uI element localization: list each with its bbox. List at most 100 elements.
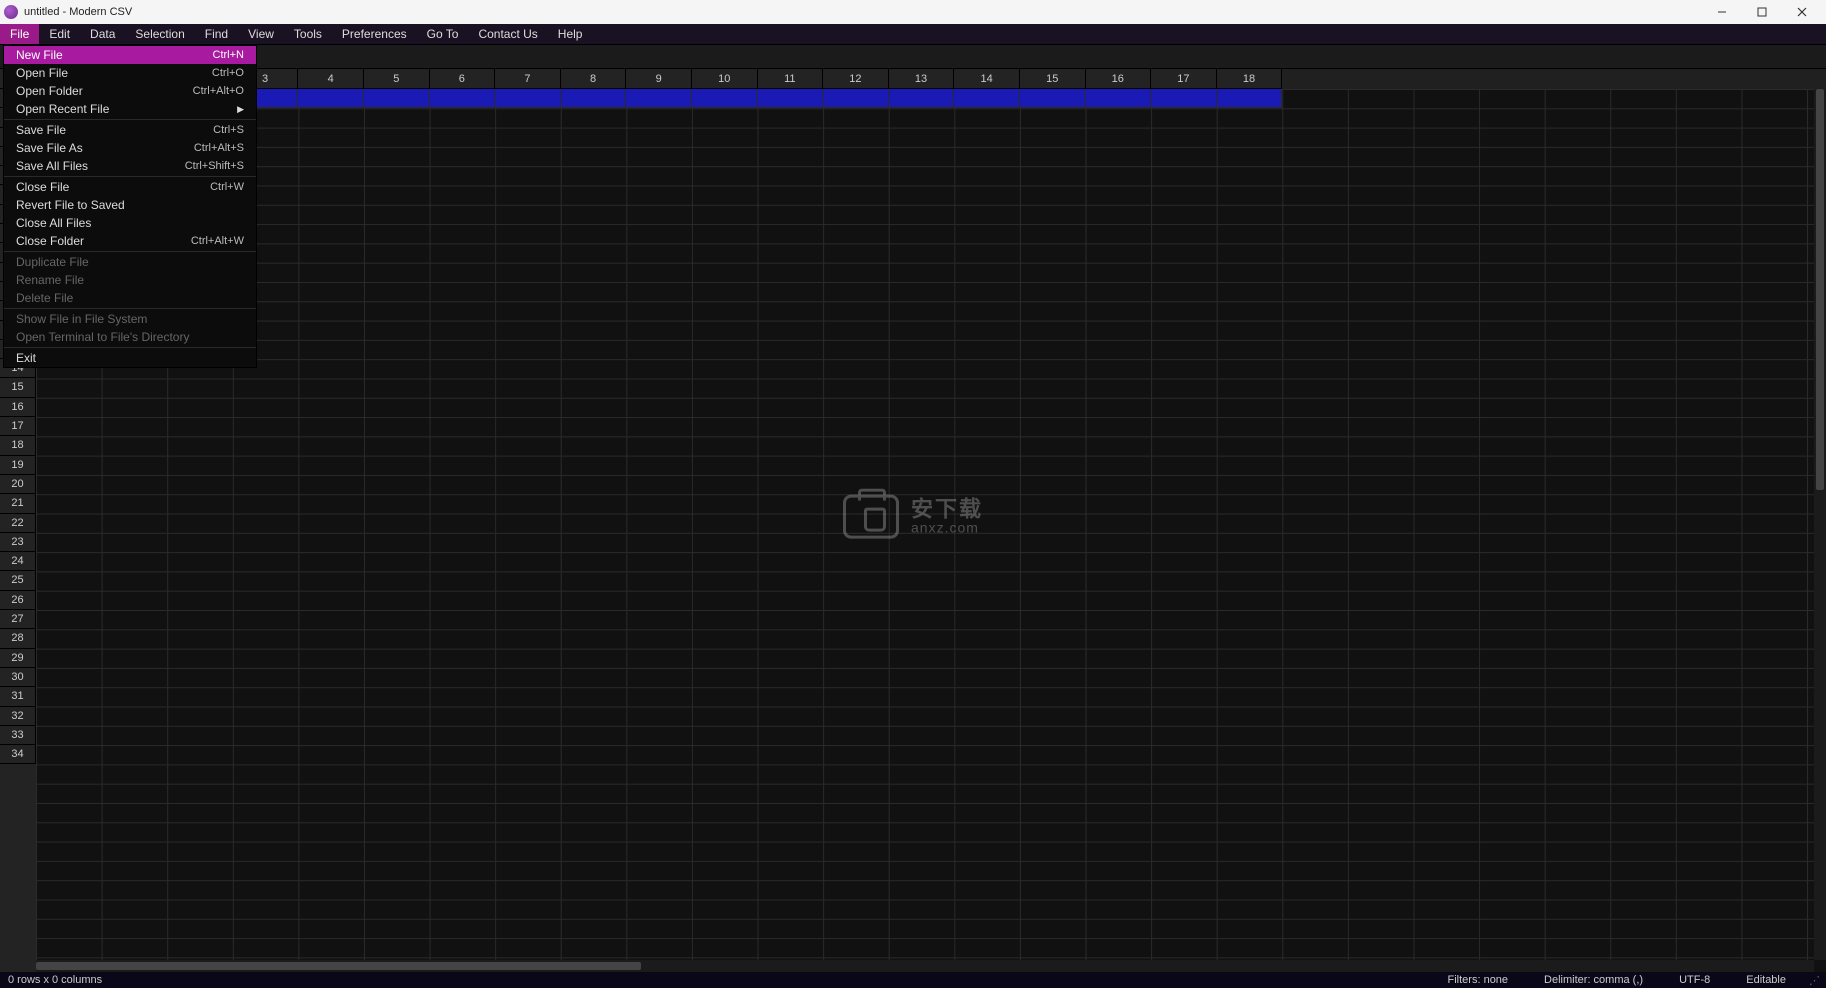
menu-item-delete-file: Delete File bbox=[4, 289, 256, 307]
menu-item-close-all-files[interactable]: Close All Files bbox=[4, 214, 256, 232]
selected-cell[interactable] bbox=[626, 89, 692, 108]
selected-cell[interactable] bbox=[1217, 89, 1283, 108]
menu-item-label: Open Recent File bbox=[16, 102, 109, 116]
row-header[interactable]: 22 bbox=[0, 514, 36, 533]
row-header[interactable]: 15 bbox=[0, 378, 36, 397]
vertical-scrollbar[interactable] bbox=[1814, 89, 1826, 960]
status-filters[interactable]: Filters: none bbox=[1430, 974, 1527, 986]
selected-cell[interactable] bbox=[1086, 89, 1152, 108]
row-header[interactable]: 24 bbox=[0, 552, 36, 571]
selected-cell[interactable] bbox=[889, 89, 955, 108]
selected-cell[interactable] bbox=[1151, 89, 1217, 108]
menu-view[interactable]: View bbox=[238, 24, 284, 44]
status-mode[interactable]: Editable bbox=[1728, 974, 1804, 986]
menu-separator bbox=[4, 347, 256, 348]
row-header[interactable]: 33 bbox=[0, 726, 36, 745]
menu-item-label: Save File bbox=[16, 123, 66, 137]
row-header[interactable]: 31 bbox=[0, 687, 36, 706]
status-encoding[interactable]: UTF-8 bbox=[1661, 974, 1728, 986]
row-header[interactable]: 23 bbox=[0, 533, 36, 552]
menu-item-new-file[interactable]: New FileCtrl+N bbox=[4, 46, 256, 64]
horizontal-scroll-thumb[interactable] bbox=[36, 962, 641, 970]
menu-selection[interactable]: Selection bbox=[125, 24, 194, 44]
menu-item-close-folder[interactable]: Close FolderCtrl+Alt+W bbox=[4, 232, 256, 250]
column-header[interactable]: 6 bbox=[430, 69, 496, 89]
selected-cell[interactable] bbox=[1020, 89, 1086, 108]
column-header[interactable]: 9 bbox=[626, 69, 692, 89]
row-header[interactable]: 17 bbox=[0, 417, 36, 436]
menu-tools[interactable]: Tools bbox=[284, 24, 332, 44]
row-header[interactable]: 18 bbox=[0, 436, 36, 455]
menu-help[interactable]: Help bbox=[548, 24, 593, 44]
menu-item-label: Delete File bbox=[16, 291, 73, 305]
spreadsheet-grid[interactable]: 0123456789101112131415161718 01234567891… bbox=[0, 69, 1826, 972]
menu-preferences[interactable]: Preferences bbox=[332, 24, 417, 44]
menu-item-close-file[interactable]: Close FileCtrl+W bbox=[4, 178, 256, 196]
selected-cell[interactable] bbox=[954, 89, 1020, 108]
resize-grip[interactable]: ⋰ bbox=[1804, 974, 1818, 987]
maximize-button[interactable] bbox=[1742, 1, 1782, 23]
selected-cell[interactable] bbox=[692, 89, 758, 108]
column-header[interactable]: 10 bbox=[692, 69, 758, 89]
selected-cell[interactable] bbox=[364, 89, 430, 108]
column-header[interactable]: 13 bbox=[889, 69, 955, 89]
vertical-scroll-thumb[interactable] bbox=[1816, 89, 1824, 490]
column-header[interactable]: 11 bbox=[758, 69, 824, 89]
selected-cell[interactable] bbox=[495, 89, 561, 108]
row-header[interactable]: 20 bbox=[0, 475, 36, 494]
cells-area[interactable] bbox=[36, 89, 1826, 972]
selected-row[interactable] bbox=[36, 89, 1826, 108]
status-delimiter[interactable]: Delimiter: comma (,) bbox=[1526, 974, 1661, 986]
menu-item-exit[interactable]: Exit bbox=[4, 349, 256, 367]
row-header[interactable]: 29 bbox=[0, 649, 36, 668]
column-header[interactable]: 12 bbox=[823, 69, 889, 89]
menu-find[interactable]: Find bbox=[195, 24, 238, 44]
column-header[interactable]: 5 bbox=[364, 69, 430, 89]
menu-item-revert-file-to-saved[interactable]: Revert File to Saved bbox=[4, 196, 256, 214]
column-header[interactable]: 18 bbox=[1217, 69, 1283, 89]
selected-cell[interactable] bbox=[430, 89, 496, 108]
menu-separator bbox=[4, 119, 256, 120]
menubar: FileEditDataSelectionFindViewToolsPrefer… bbox=[0, 24, 1826, 45]
row-header[interactable]: 28 bbox=[0, 629, 36, 648]
menu-contact-us[interactable]: Contact Us bbox=[468, 24, 547, 44]
menu-item-save-all-files[interactable]: Save All FilesCtrl+Shift+S bbox=[4, 157, 256, 175]
menu-separator bbox=[4, 308, 256, 309]
row-header[interactable]: 16 bbox=[0, 398, 36, 417]
menu-item-label: Revert File to Saved bbox=[16, 198, 125, 212]
row-header[interactable]: 32 bbox=[0, 707, 36, 726]
selected-cell[interactable] bbox=[758, 89, 824, 108]
column-header[interactable]: 15 bbox=[1020, 69, 1086, 89]
menu-file[interactable]: File bbox=[0, 24, 39, 44]
column-header[interactable]: 4 bbox=[298, 69, 364, 89]
menu-item-open-terminal-to-file-s-directory: Open Terminal to File's Directory bbox=[4, 328, 256, 346]
menu-item-open-folder[interactable]: Open FolderCtrl+Alt+O bbox=[4, 82, 256, 100]
selected-cell[interactable] bbox=[561, 89, 627, 108]
minimize-button[interactable] bbox=[1702, 1, 1742, 23]
horizontal-scrollbar[interactable] bbox=[36, 960, 1814, 972]
menu-item-shortcut: Ctrl+S bbox=[213, 124, 244, 136]
row-header[interactable]: 25 bbox=[0, 571, 36, 590]
menu-edit[interactable]: Edit bbox=[39, 24, 80, 44]
row-header[interactable]: 19 bbox=[0, 456, 36, 475]
row-header[interactable]: 34 bbox=[0, 745, 36, 764]
row-header[interactable]: 27 bbox=[0, 610, 36, 629]
close-button[interactable] bbox=[1782, 1, 1822, 23]
menu-item-save-file-as[interactable]: Save File AsCtrl+Alt+S bbox=[4, 139, 256, 157]
menu-item-open-file[interactable]: Open FileCtrl+O bbox=[4, 64, 256, 82]
column-header[interactable]: 17 bbox=[1151, 69, 1217, 89]
menu-item-open-recent-file[interactable]: Open Recent File▶ bbox=[4, 100, 256, 118]
column-header[interactable]: 8 bbox=[561, 69, 627, 89]
app-icon bbox=[4, 5, 18, 19]
column-header[interactable]: 16 bbox=[1086, 69, 1152, 89]
menu-data[interactable]: Data bbox=[80, 24, 125, 44]
row-header[interactable]: 26 bbox=[0, 591, 36, 610]
column-header[interactable]: 7 bbox=[495, 69, 561, 89]
row-header[interactable]: 21 bbox=[0, 494, 36, 513]
selected-cell[interactable] bbox=[298, 89, 364, 108]
column-header[interactable]: 14 bbox=[954, 69, 1020, 89]
row-header[interactable]: 30 bbox=[0, 668, 36, 687]
menu-go-to[interactable]: Go To bbox=[417, 24, 469, 44]
selected-cell[interactable] bbox=[823, 89, 889, 108]
menu-item-save-file[interactable]: Save File Ctrl+S bbox=[4, 121, 256, 139]
